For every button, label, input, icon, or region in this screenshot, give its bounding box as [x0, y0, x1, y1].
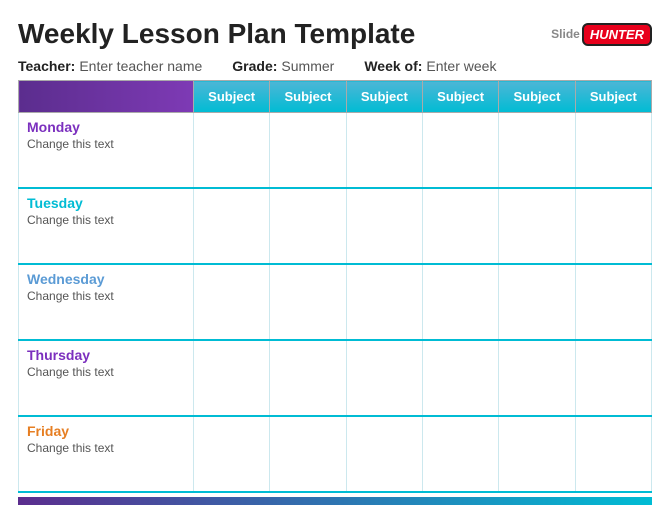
cell-monday-2[interactable]: [270, 113, 346, 189]
lesson-table: Subject Subject Subject Subject Subject …: [18, 80, 652, 493]
cell-monday-1[interactable]: [194, 113, 270, 189]
day-sub[interactable]: Change this text: [27, 365, 185, 379]
col-header-subject-2: Subject: [270, 81, 346, 113]
cell-tuesday-6[interactable]: [575, 188, 651, 264]
grade-value[interactable]: Summer: [281, 58, 334, 74]
day-sub[interactable]: Change this text: [27, 441, 185, 455]
grade-label: Grade:: [232, 58, 277, 74]
cell-thursday-3[interactable]: [346, 340, 422, 416]
cell-friday-2[interactable]: [270, 416, 346, 492]
table-container: Subject Subject Subject Subject Subject …: [18, 80, 652, 505]
cell-tuesday-2[interactable]: [270, 188, 346, 264]
col-header-subject-3: Subject: [346, 81, 422, 113]
day-name: Tuesday: [27, 195, 185, 211]
cell-thursday-1[interactable]: [194, 340, 270, 416]
cell-wednesday-2[interactable]: [270, 264, 346, 340]
col-header-subject-6: Subject: [575, 81, 651, 113]
cell-friday-3[interactable]: [346, 416, 422, 492]
meta-row: Teacher: Enter teacher name Grade: Summe…: [18, 58, 652, 74]
page: Weekly Lesson Plan Template Slide HUNTER…: [0, 0, 670, 505]
col-header-subject-5: Subject: [499, 81, 575, 113]
col-header-day: [19, 81, 194, 113]
cell-monday-6[interactable]: [575, 113, 651, 189]
day-cell-tuesday[interactable]: Tuesday Change this text: [19, 188, 194, 264]
cell-monday-3[interactable]: [346, 113, 422, 189]
cell-wednesday-4[interactable]: [422, 264, 498, 340]
logo-hunter-text: HUNTER: [582, 23, 652, 46]
day-sub[interactable]: Change this text: [27, 137, 185, 151]
table-row: Tuesday Change this text: [19, 188, 652, 264]
cell-monday-4[interactable]: [422, 113, 498, 189]
logo-slide-text: Slide: [551, 27, 580, 41]
table-row: Wednesday Change this text: [19, 264, 652, 340]
week-label: Week of:: [364, 58, 422, 74]
cell-tuesday-1[interactable]: [194, 188, 270, 264]
day-name: Monday: [27, 119, 185, 135]
day-name: Thursday: [27, 347, 185, 363]
footer-bar: [18, 497, 652, 505]
teacher-label: Teacher:: [18, 58, 75, 74]
day-cell-thursday[interactable]: Thursday Change this text: [19, 340, 194, 416]
cell-thursday-5[interactable]: [499, 340, 575, 416]
cell-thursday-6[interactable]: [575, 340, 651, 416]
col-header-subject-1: Subject: [194, 81, 270, 113]
cell-wednesday-6[interactable]: [575, 264, 651, 340]
cell-wednesday-5[interactable]: [499, 264, 575, 340]
cell-monday-5[interactable]: [499, 113, 575, 189]
col-header-subject-4: Subject: [422, 81, 498, 113]
day-name: Wednesday: [27, 271, 185, 287]
day-cell-friday[interactable]: Friday Change this text: [19, 416, 194, 492]
cell-thursday-4[interactable]: [422, 340, 498, 416]
cell-wednesday-1[interactable]: [194, 264, 270, 340]
week-value[interactable]: Enter week: [426, 58, 496, 74]
cell-tuesday-4[interactable]: [422, 188, 498, 264]
page-title: Weekly Lesson Plan Template: [18, 18, 415, 50]
cell-friday-6[interactable]: [575, 416, 651, 492]
cell-thursday-2[interactable]: [270, 340, 346, 416]
table-row: Thursday Change this text: [19, 340, 652, 416]
table-row: Monday Change this text: [19, 113, 652, 189]
cell-tuesday-3[interactable]: [346, 188, 422, 264]
day-sub[interactable]: Change this text: [27, 289, 185, 303]
teacher-value[interactable]: Enter teacher name: [79, 58, 202, 74]
day-name: Friday: [27, 423, 185, 439]
day-cell-wednesday[interactable]: Wednesday Change this text: [19, 264, 194, 340]
logo: Slide HUNTER: [551, 23, 652, 46]
day-cell-monday[interactable]: Monday Change this text: [19, 113, 194, 189]
day-sub[interactable]: Change this text: [27, 213, 185, 227]
cell-friday-4[interactable]: [422, 416, 498, 492]
cell-wednesday-3[interactable]: [346, 264, 422, 340]
header: Weekly Lesson Plan Template Slide HUNTER: [18, 18, 652, 50]
cell-friday-5[interactable]: [499, 416, 575, 492]
cell-friday-1[interactable]: [194, 416, 270, 492]
table-row: Friday Change this text: [19, 416, 652, 492]
cell-tuesday-5[interactable]: [499, 188, 575, 264]
